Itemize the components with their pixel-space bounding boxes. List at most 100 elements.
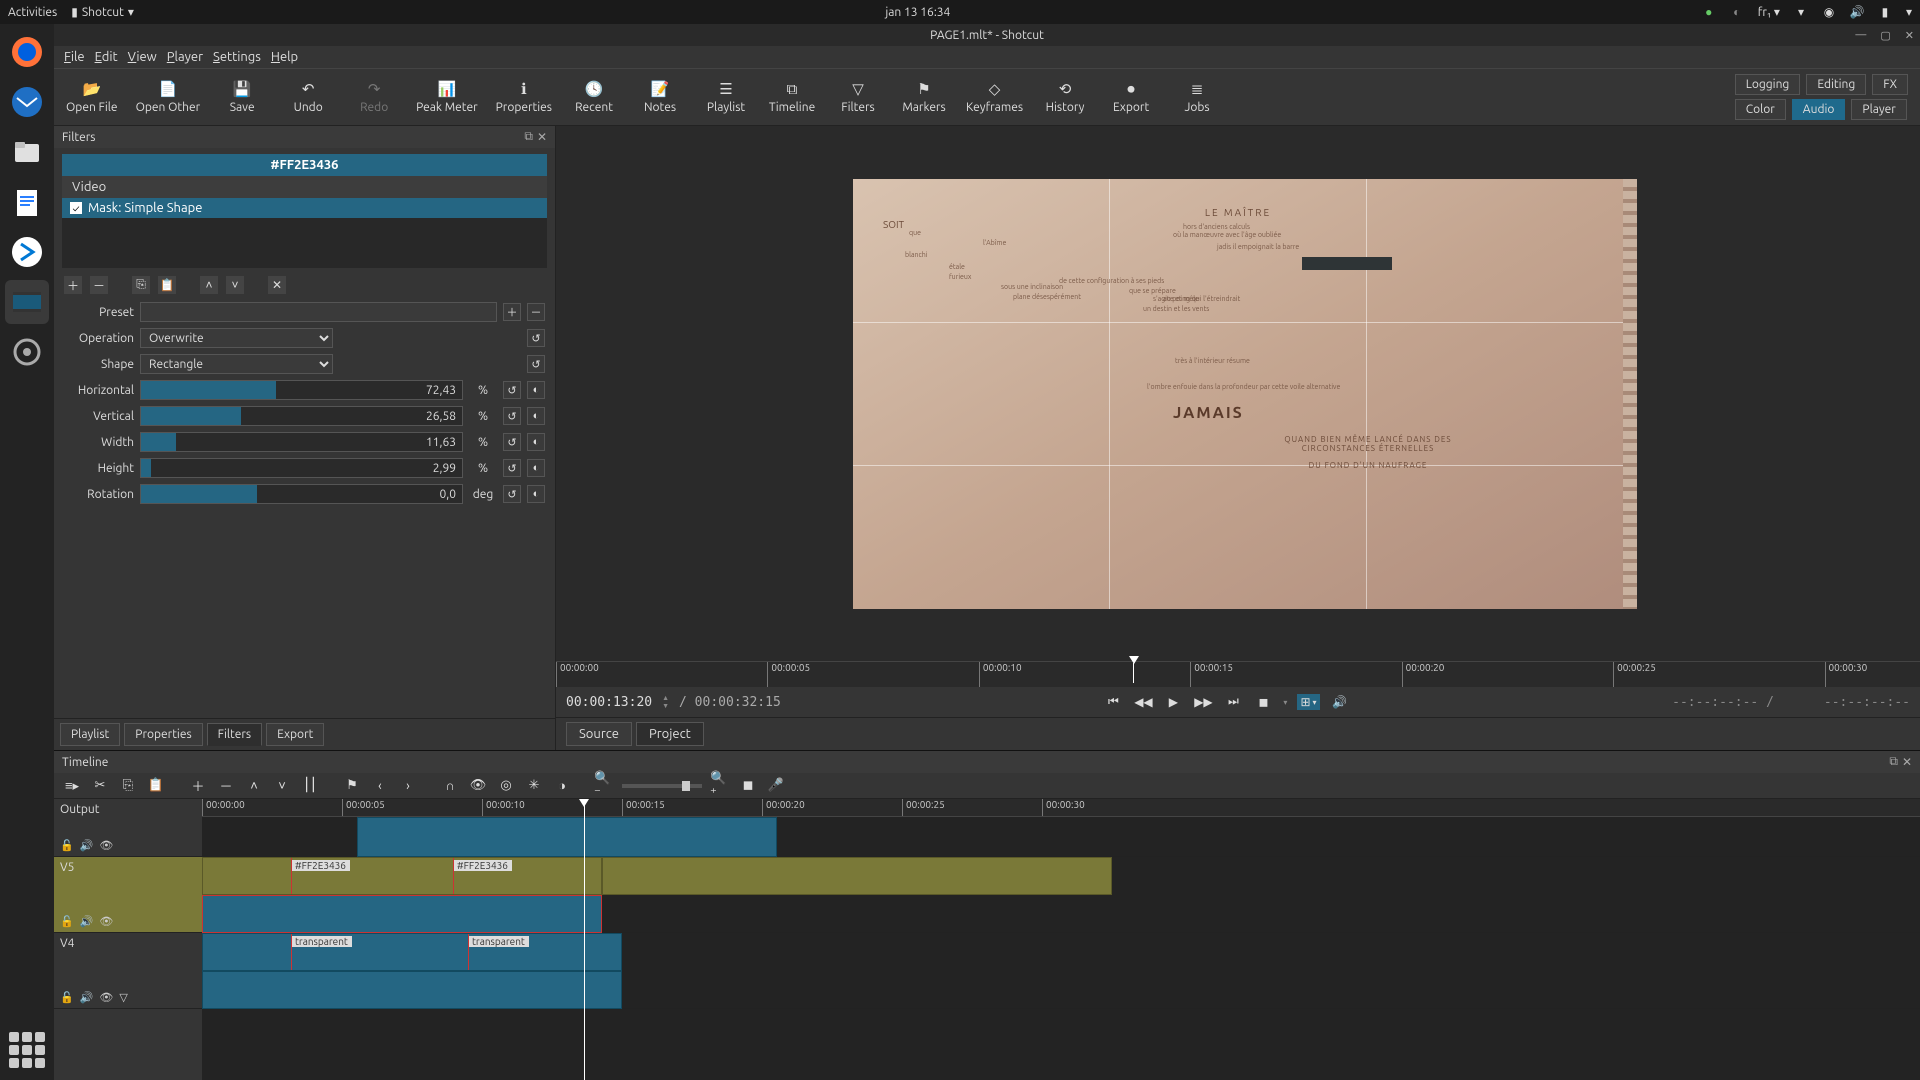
grid-toggle-button[interactable]: ⊞▾ bbox=[1297, 694, 1319, 710]
tc-spin-up[interactable]: ▲ bbox=[662, 694, 669, 702]
hide-icon[interactable]: 👁 bbox=[99, 991, 113, 1004]
layout-fx[interactable]: FX bbox=[1872, 74, 1908, 95]
track-header-v4[interactable]: V4 🔓 🔊 👁 ▽ bbox=[54, 933, 202, 1009]
copy-filter-button[interactable]: ⎘ bbox=[132, 276, 150, 294]
tab-export[interactable]: Export bbox=[266, 723, 324, 746]
layout-player[interactable]: Player bbox=[1851, 99, 1906, 120]
output-clip[interactable] bbox=[357, 817, 777, 857]
activities-button[interactable]: Activities bbox=[8, 6, 57, 19]
next-marker-button[interactable]: › bbox=[398, 776, 418, 796]
width-slider[interactable]: 11,63 bbox=[140, 432, 463, 452]
playlist-button[interactable]: ☰Playlist bbox=[702, 80, 750, 114]
show-applications[interactable] bbox=[9, 1032, 45, 1068]
zoom-in-button[interactable]: 🔍⁺ bbox=[710, 776, 730, 796]
current-timecode[interactable]: 00:00:13:20 bbox=[566, 695, 652, 710]
reset-vertical[interactable]: ↺ bbox=[503, 407, 521, 425]
rewind-button[interactable]: ◀◀ bbox=[1133, 692, 1153, 712]
mask-overlay-rect[interactable] bbox=[1302, 257, 1392, 270]
maximize-button[interactable]: ▢ bbox=[1880, 29, 1890, 42]
reset-horizontal[interactable]: ↺ bbox=[503, 381, 521, 399]
forward-button[interactable]: ▶▶ bbox=[1193, 692, 1213, 712]
prev-marker-button[interactable]: ‹ bbox=[370, 776, 390, 796]
menu-file[interactable]: File bbox=[64, 50, 85, 64]
zoom-slider[interactable] bbox=[622, 784, 702, 788]
track-header-v5[interactable]: V5 🔓 🔊 👁 bbox=[54, 857, 202, 933]
recent-button[interactable]: 🕓Recent bbox=[570, 80, 618, 114]
split-button[interactable]: ⎮⎮ bbox=[300, 776, 320, 796]
network-icon[interactable]: ▾ bbox=[1794, 5, 1808, 19]
player-playhead[interactable] bbox=[1129, 656, 1139, 666]
weather-icon[interactable]: ◐ bbox=[1730, 5, 1744, 19]
deselect-filter-button[interactable]: ✕ bbox=[268, 276, 286, 294]
vscodium-launcher[interactable] bbox=[5, 230, 49, 274]
layout-editing[interactable]: Editing bbox=[1806, 74, 1866, 95]
height-slider[interactable]: 2,99 bbox=[140, 458, 463, 478]
minimize-button[interactable]: — bbox=[1855, 29, 1866, 42]
menu-view[interactable]: View bbox=[128, 50, 157, 64]
export-button[interactable]: ⏺Export bbox=[1107, 80, 1155, 114]
copy-button[interactable]: ⎘ bbox=[118, 776, 138, 796]
ripple-markers-button[interactable]: ◑ bbox=[552, 776, 572, 796]
filter-checkbox[interactable]: ✓ bbox=[70, 202, 82, 214]
thunderbird-launcher[interactable] bbox=[5, 80, 49, 124]
close-button[interactable]: ✕ bbox=[1905, 29, 1914, 42]
horizontal-slider[interactable]: 72,43 bbox=[140, 380, 463, 400]
zoom-fit-button[interactable]: ◼ bbox=[1253, 692, 1273, 712]
zoom-fit-button-tl[interactable]: ◼ bbox=[738, 776, 758, 796]
reset-height[interactable]: ↺ bbox=[503, 459, 521, 477]
open-file-button[interactable]: 📂Open File bbox=[66, 80, 118, 114]
layout-color[interactable]: Color bbox=[1735, 99, 1786, 120]
lock-icon[interactable]: 🔓 bbox=[60, 991, 74, 1004]
mute-icon[interactable]: 🔊 bbox=[80, 991, 94, 1004]
reset-rotation[interactable]: ↺ bbox=[503, 485, 521, 503]
timeline-ruler[interactable]: 00:00:00 00:00:05 00:00:10 00:00:15 00:0… bbox=[202, 799, 1920, 817]
remove-preset-button[interactable]: － bbox=[527, 303, 545, 321]
filter-track-icon[interactable]: ▽ bbox=[119, 991, 127, 1004]
lock-icon[interactable]: 🔓 bbox=[60, 839, 74, 852]
mute-icon[interactable]: 🔊 bbox=[80, 839, 94, 852]
clip-v5-olive-1[interactable]: #FF2E3436 #FF2E3436 bbox=[202, 857, 602, 895]
layout-logging[interactable]: Logging bbox=[1735, 74, 1801, 95]
history-button[interactable]: ⟲History bbox=[1041, 80, 1089, 114]
paste-filter-button[interactable]: 📋 bbox=[158, 276, 176, 294]
hide-icon[interactable]: 👁 bbox=[99, 915, 113, 928]
system-menu-chevron[interactable]: ▾ bbox=[1906, 5, 1912, 19]
paste-button[interactable]: 📋 bbox=[146, 776, 166, 796]
filter-list[interactable]: ✓ Mask: Simple Shape bbox=[62, 198, 547, 268]
menu-player[interactable]: Player bbox=[167, 50, 203, 64]
move-down-button[interactable]: ˅ bbox=[226, 276, 244, 294]
clip-v4-2[interactable] bbox=[202, 971, 622, 1009]
timeline-playhead[interactable] bbox=[584, 799, 585, 1080]
lift-button[interactable]: ˄ bbox=[244, 776, 264, 796]
ripple-all-button[interactable]: ✳ bbox=[524, 776, 544, 796]
lock-icon[interactable]: 🔓 bbox=[60, 915, 74, 928]
reset-width[interactable]: ↺ bbox=[503, 433, 521, 451]
peak-meter-button[interactable]: 📊Peak Meter bbox=[416, 80, 477, 114]
reset-shape[interactable]: ↺ bbox=[527, 355, 545, 373]
properties-button[interactable]: ℹProperties bbox=[496, 80, 552, 114]
keyframe-vertical[interactable]: ◐ bbox=[527, 407, 545, 425]
layout-audio[interactable]: Audio bbox=[1792, 99, 1846, 120]
libreoffice-launcher[interactable] bbox=[5, 180, 49, 224]
clip-v5-olive-2[interactable] bbox=[602, 857, 1112, 895]
tab-source[interactable]: Source bbox=[566, 722, 632, 746]
track-header-output[interactable]: Output 🔓 🔊 👁 bbox=[54, 799, 202, 857]
keyframe-horizontal[interactable]: ◐ bbox=[527, 381, 545, 399]
status-ok-icon[interactable]: ● bbox=[1702, 5, 1716, 19]
filters-button[interactable]: ▽Filters bbox=[834, 80, 882, 114]
volume-icon[interactable]: 🔊 bbox=[1850, 5, 1864, 19]
markers-button[interactable]: ⚑Markers bbox=[900, 80, 948, 114]
shape-select[interactable]: Rectangle bbox=[140, 354, 333, 374]
clip-v5-selected[interactable] bbox=[202, 895, 602, 933]
reset-operation[interactable]: ↺ bbox=[527, 329, 545, 347]
snap-button[interactable]: ∩ bbox=[440, 776, 460, 796]
volume-button[interactable]: 🔊 bbox=[1330, 692, 1350, 712]
record-audio-button[interactable]: 🎤 bbox=[766, 776, 786, 796]
skip-start-button[interactable]: ⏮ bbox=[1103, 692, 1123, 712]
keyboard-layout[interactable]: fr₁ ▾ bbox=[1758, 5, 1780, 19]
tab-filters[interactable]: Filters bbox=[207, 723, 262, 746]
rotation-slider[interactable]: 0,0 bbox=[140, 484, 463, 504]
tc-spin-down[interactable]: ▼ bbox=[662, 702, 669, 710]
wifi-icon[interactable]: ◉ bbox=[1822, 5, 1836, 19]
keyframe-height[interactable]: ◐ bbox=[527, 459, 545, 477]
